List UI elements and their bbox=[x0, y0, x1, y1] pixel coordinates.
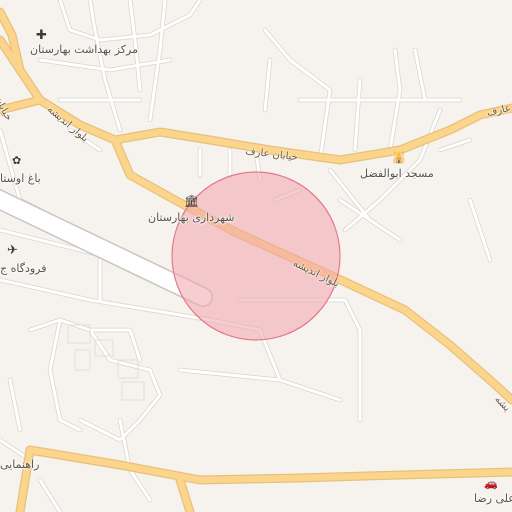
garden-label[interactable]: باغ اوستا bbox=[0, 172, 41, 185]
cross-icon[interactable]: ✚ bbox=[36, 29, 47, 42]
map-view[interactable]: ✚ 🏛 🕌 ✿ ✈ 🚗 مرکز بهداشت بهارستان شهرداری… bbox=[0, 0, 512, 512]
health-center-label[interactable]: مرکز بهداشت بهارستان bbox=[30, 43, 138, 56]
garden-icon[interactable]: ✿ bbox=[12, 155, 21, 166]
municipality-label[interactable]: شهرداری بهارستان bbox=[148, 211, 235, 224]
mosque-label[interactable]: مسجد ابوالفضل bbox=[360, 167, 434, 180]
airplane-icon[interactable]: ✈ bbox=[7, 244, 18, 257]
government-building-icon[interactable]: 🏛 bbox=[184, 195, 199, 207]
map-base-layer bbox=[0, 0, 512, 512]
mosque-icon[interactable]: 🕌 bbox=[392, 152, 406, 163]
car-icon[interactable]: 🚗 bbox=[484, 478, 498, 489]
guidance-label[interactable]: راهنمایی bbox=[0, 458, 39, 471]
ali-reza-label[interactable]: علی رضا bbox=[474, 492, 512, 505]
airport-label[interactable]: فرودگاه ج bbox=[0, 262, 47, 275]
